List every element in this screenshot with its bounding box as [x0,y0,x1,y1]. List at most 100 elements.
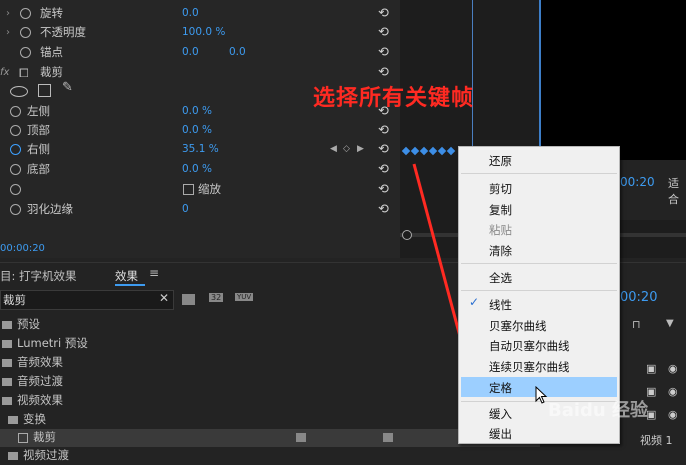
property-value[interactable]: 0.0 % [182,121,212,140]
effects-search-input[interactable]: 裁剪 ✕ [0,290,174,310]
rectangle-mask-icon[interactable] [38,84,51,97]
stopwatch-icon[interactable] [20,47,31,58]
folder-video-transitions[interactable]: 视频过渡 [8,446,69,465]
menu-separator [461,290,617,291]
property-value[interactable]: 100.0 % [182,23,225,42]
clear-search-icon[interactable]: ✕ [159,291,169,305]
property-value[interactable]: 0.0 % [182,102,212,121]
reset-icon[interactable]: ⟲ [378,200,389,219]
property-row-opacity[interactable]: › 不透明度 100.0 % ⟲ [0,23,400,42]
property-value[interactable]: 0 [182,200,189,219]
property-label: 底部 [27,162,50,176]
stopwatch-icon[interactable] [10,144,21,155]
menu-item-copy[interactable]: 复制 [489,202,512,218]
menu-item-hold[interactable]: 定格 [489,380,512,396]
monitor-border [539,0,541,160]
property-row-feather[interactable]: 羽化边缘 0 ⟲ [0,200,400,219]
stopwatch-icon[interactable] [10,106,21,117]
folder-label: 音频过渡 [17,374,63,388]
property-row-zoom[interactable]: 缩放 ⟲ [0,180,400,199]
reset-icon[interactable]: ⟲ [378,23,389,42]
menu-icon[interactable]: ≡ [149,266,159,280]
stopwatch-icon[interactable] [10,184,21,195]
expand-chevron-icon[interactable]: › [6,23,10,42]
eye-icon[interactable]: ◉ [668,362,678,375]
folder-transform[interactable]: 变换 [8,410,46,429]
pen-mask-icon[interactable]: ✎ [62,80,73,95]
menu-item-clear[interactable]: 清除 [489,243,512,259]
expand-chevron-icon[interactable]: › [6,4,10,23]
tab-project[interactable]: 目: 打字机效果 [0,268,77,284]
reset-icon[interactable]: ⟲ [378,43,389,62]
watermark: Baidu 经验 [548,400,649,421]
property-row-anchor[interactable]: 锚点 0.0 0.0 ⟲ [0,43,400,62]
effect-controls-panel: › 旋转 0.0 ⟲ › 不透明度 100.0 % ⟲ 锚点 0.0 0.0 ⟲… [0,0,400,258]
property-row-top[interactable]: 顶部 0.0 % ⟲ [0,121,400,140]
sequence-timecode[interactable]: 00:20 [620,290,657,305]
reset-icon[interactable]: ⟲ [378,121,389,140]
next-keyframe-icon[interactable]: ▶ [357,140,364,159]
menu-item-ease-in[interactable]: 缓入 [489,406,512,422]
menu-item-continuous-bezier[interactable]: 连续贝塞尔曲线 [489,359,570,375]
reset-icon[interactable]: ⟲ [378,4,389,23]
property-row-bottom[interactable]: 底部 0.0 % ⟲ [0,160,400,179]
32bit-badge-icon [383,433,393,442]
menu-item-select-all[interactable]: 全选 [489,270,512,286]
zoom-checkbox[interactable] [183,184,194,195]
reset-icon[interactable]: ⟲ [378,140,389,159]
folder-label: 预设 [17,317,40,331]
property-value[interactable]: 0.0 % [182,160,212,179]
menu-separator [461,263,617,264]
property-value[interactable]: 35.1 % [182,140,219,159]
fit-dropdown[interactable]: 适合 [668,175,686,207]
reset-icon[interactable]: ⟲ [378,180,389,199]
effect-label: 裁剪 [40,65,63,79]
stopwatch-icon[interactable] [20,8,31,19]
menu-item-cut[interactable]: 剪切 [489,181,512,197]
property-value-2[interactable]: 0.0 [229,43,246,62]
menu-item-paste[interactable]: 粘贴 [489,222,512,238]
yuv-effects-icon[interactable]: YUV [235,293,254,301]
property-value[interactable]: 0.0 [182,43,199,62]
eye-icon[interactable]: ◉ [668,385,678,398]
effect-crop[interactable]: 裁剪 [18,428,56,447]
stopwatch-icon[interactable] [10,204,21,215]
property-value[interactable]: 0.0 [182,4,199,23]
property-row-right[interactable]: 右侧 35.1 % ◀ ◇ ▶ ⟲ [0,140,400,159]
effect-controls-timecode[interactable]: 00:00:20 [0,243,45,254]
property-label: 缩放 [198,182,221,196]
stopwatch-icon[interactable] [10,125,21,136]
camera-icon[interactable]: ▣ [646,362,656,375]
stopwatch-icon[interactable] [10,164,21,175]
marker-icon[interactable]: ▼ [666,318,674,329]
crop-icon: ⧠ [19,66,29,80]
folder-icon [2,377,12,386]
snap-icon[interactable]: ⊓ [632,318,641,331]
menu-item-undo[interactable]: 还原 [489,153,512,169]
monitor-timecode[interactable]: 00:20 [620,175,655,189]
add-keyframe-icon[interactable]: ◇ [343,140,350,159]
menu-item-auto-bezier[interactable]: 自动贝塞尔曲线 [489,338,570,354]
accelerated-effects-icon[interactable] [182,294,195,305]
folder-audio-transitions[interactable]: 音频过渡 [2,372,63,391]
reset-icon[interactable]: ⟲ [378,160,389,179]
accelerated-badge-icon [296,433,306,442]
property-label: 顶部 [27,123,50,137]
eye-icon[interactable]: ◉ [668,408,678,421]
folder-audio-effects[interactable]: 音频效果 [2,353,63,372]
folder-label: 音频效果 [17,355,63,369]
fx-badge: fx [0,67,10,78]
program-monitor[interactable] [539,0,686,160]
32bit-effects-icon[interactable]: 32 [209,293,224,302]
menu-item-ease-out[interactable]: 缓出 [489,426,512,442]
property-row-rotate[interactable]: › 旋转 0.0 ⟲ [0,4,400,23]
folder-lumetri-presets[interactable]: Lumetri 预设 [2,334,88,353]
stopwatch-icon[interactable] [20,27,31,38]
prev-keyframe-icon[interactable]: ◀ [330,140,337,159]
folder-video-effects[interactable]: 视频效果 [2,391,63,410]
tab-effects[interactable]: 效果 [115,268,138,284]
folder-presets[interactable]: 预设 [2,315,40,334]
ellipse-mask-icon[interactable] [10,86,28,97]
menu-item-bezier[interactable]: 贝塞尔曲线 [489,318,547,334]
menu-item-linear[interactable]: 线性 [489,297,512,313]
